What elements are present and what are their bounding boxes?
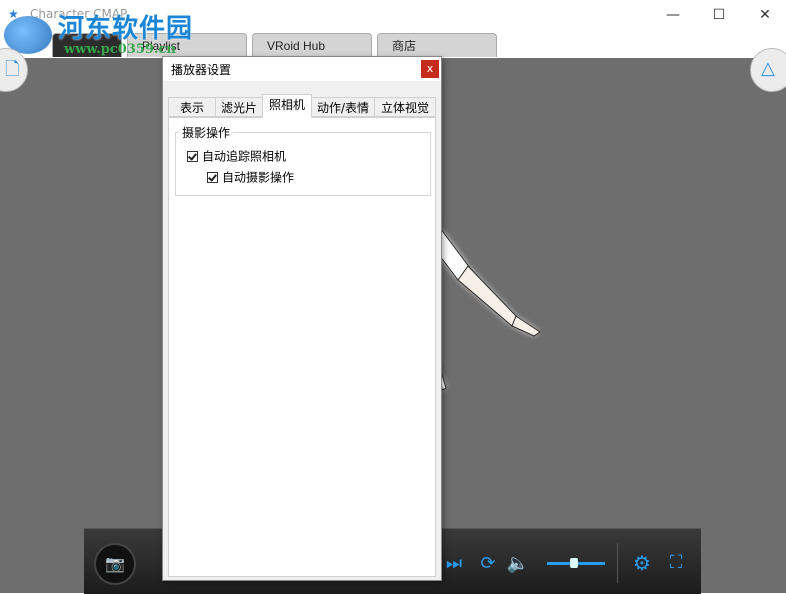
control-divider <box>617 543 618 583</box>
dialog-close-button[interactable]: x <box>421 60 439 78</box>
dialog-titlebar: 播放器设置 x <box>163 57 441 81</box>
tab-filter[interactable]: 滤光片 <box>215 97 263 117</box>
character-arm <box>439 226 541 391</box>
loop-icon[interactable]: ⟳ <box>474 553 502 575</box>
checkbox-checked-icon[interactable] <box>187 151 198 162</box>
vr-mode-button[interactable]: △ <box>750 48 786 92</box>
group-title: 摄影操作 <box>179 124 234 141</box>
tab-camera[interactable]: 照相机 <box>262 94 312 118</box>
watermark-url: www.pc0359.cn <box>64 42 176 57</box>
volume-slider-handle[interactable] <box>570 558 578 568</box>
camera-button[interactable]: 📷 <box>94 543 136 585</box>
tab-motion-expression[interactable]: 动作/表情 <box>311 97 375 117</box>
watermark-text: 河东软件园 <box>58 14 194 44</box>
vr-triangle-icon: △ <box>761 58 775 79</box>
checkbox-label: 自动追踪照相机 <box>202 149 287 164</box>
close-window-button[interactable]: ✕ <box>742 0 786 30</box>
player-settings-dialog: 播放器设置 x 表示 滤光片 照相机 动作/表情 立体视觉 摄影操作 自动追踪照… <box>162 56 442 581</box>
auto-camera-operation-checkbox[interactable]: 自动摄影操作 <box>207 169 294 185</box>
checkbox-label: 自动摄影操作 <box>222 170 295 185</box>
new-file-icon: 🗋 <box>5 59 20 80</box>
gear-icon[interactable]: ⚙ <box>628 552 656 574</box>
tab-vroid-hub[interactable]: VRoid Hub <box>252 33 372 57</box>
tab-display[interactable]: 表示 <box>168 97 216 117</box>
dialog-title: 播放器设置 <box>171 63 232 77</box>
tab-stereo-vision[interactable]: 立体视觉 <box>374 97 436 117</box>
camera-icon: 📷 <box>105 554 125 573</box>
maximize-button[interactable]: ☐ <box>696 0 742 30</box>
checkbox-checked-icon[interactable] <box>207 172 218 183</box>
tab-store[interactable]: 商店 <box>377 33 497 57</box>
auto-track-camera-checkbox[interactable]: 自动追踪照相机 <box>187 148 286 164</box>
skip-next-icon[interactable]: ⏭ <box>440 553 468 575</box>
fullscreen-icon[interactable]: ⛶ <box>662 552 690 574</box>
minimize-button[interactable]: — <box>650 0 696 30</box>
camera-settings-panel: 摄影操作 自动追踪照相机 自动摄影操作 <box>168 117 436 577</box>
speaker-icon[interactable]: 🔈 <box>504 553 532 575</box>
